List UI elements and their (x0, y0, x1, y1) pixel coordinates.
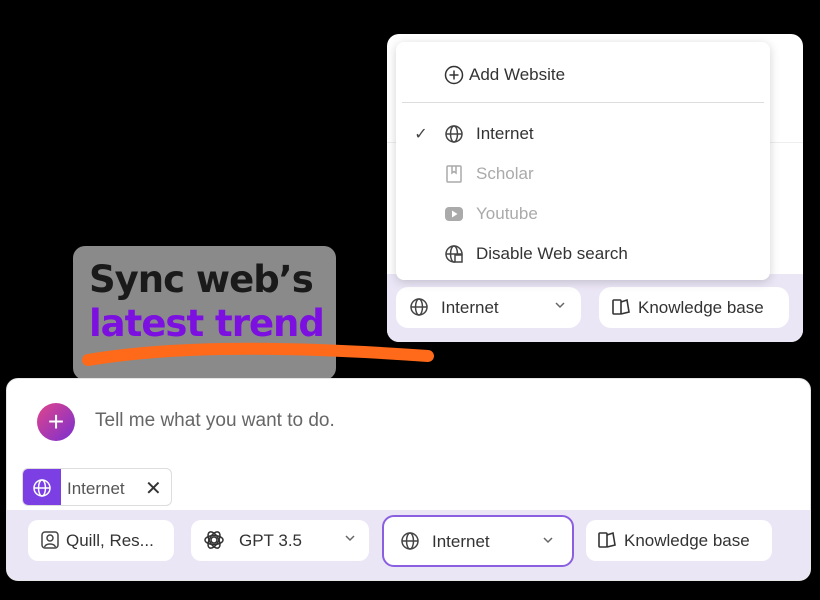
knowledge-base-label: Knowledge base (638, 298, 764, 317)
model-select[interactable]: GPT 3.5 (191, 520, 369, 561)
chevron-down-icon (344, 532, 356, 547)
knowledge-base-icon (597, 530, 617, 550)
checkmark-icon: ✓ (414, 126, 428, 143)
web-source-label: Internet (441, 298, 499, 317)
knowledge-base-button[interactable]: Knowledge base (586, 520, 772, 561)
menu-item-label: Youtube (476, 204, 538, 223)
add-circle-icon (444, 65, 464, 85)
menu-item-label: Internet (476, 124, 534, 143)
agent-label: Quill, Res... (66, 531, 154, 550)
chevron-down-icon (542, 534, 554, 549)
add-website-label: Add Website (469, 65, 566, 84)
globe-icon (444, 124, 464, 144)
menu-item-youtube[interactable]: Youtube (396, 195, 770, 233)
menu-item-disable-web-search[interactable]: Disable Web search (396, 235, 770, 273)
knowledge-base-icon (611, 297, 631, 317)
web-source-select[interactable]: Internet (382, 515, 574, 567)
chevron-down-icon (554, 299, 566, 314)
add-button[interactable]: + (37, 403, 75, 441)
user-icon (40, 530, 60, 550)
menu-item-internet[interactable]: ✓ Internet (396, 115, 770, 153)
bottom-toolbar: Quill, Res... GPT 3.5 Internet Knowledge… (7, 510, 810, 580)
knowledge-base-button[interactable]: Knowledge base (599, 287, 789, 328)
globe-icon (23, 469, 61, 505)
close-icon[interactable]: ✕ (145, 476, 162, 501)
youtube-icon (444, 204, 464, 224)
globe-icon (400, 531, 420, 551)
globe-off-icon (444, 244, 464, 264)
menu-divider (402, 102, 764, 103)
model-label: GPT 3.5 (239, 531, 302, 550)
openai-icon (203, 529, 225, 551)
chip-label: Internet (67, 479, 125, 498)
book-icon (444, 164, 464, 184)
composer-panel: + Tell me what you want to do. Internet … (6, 378, 811, 581)
menu-item-scholar[interactable]: Scholar (396, 155, 770, 193)
globe-icon (409, 297, 429, 317)
web-source-label: Internet (432, 532, 490, 551)
prompt-input[interactable]: Tell me what you want to do. (95, 410, 335, 432)
selected-source-chip: Internet ✕ (22, 468, 172, 506)
web-source-dropdown: Add Website ✓ Internet Scholar Youtube D… (396, 42, 770, 280)
agent-select[interactable]: Quill, Res... (28, 520, 174, 561)
web-source-select[interactable]: Internet (396, 287, 581, 328)
promo-line-1: Sync web’s (89, 258, 314, 301)
promo-underline-stroke (82, 342, 434, 366)
menu-item-label: Disable Web search (476, 244, 628, 263)
knowledge-base-label: Knowledge base (624, 531, 750, 550)
menu-item-label: Scholar (476, 164, 534, 183)
add-website-item[interactable]: Add Website (396, 56, 770, 94)
